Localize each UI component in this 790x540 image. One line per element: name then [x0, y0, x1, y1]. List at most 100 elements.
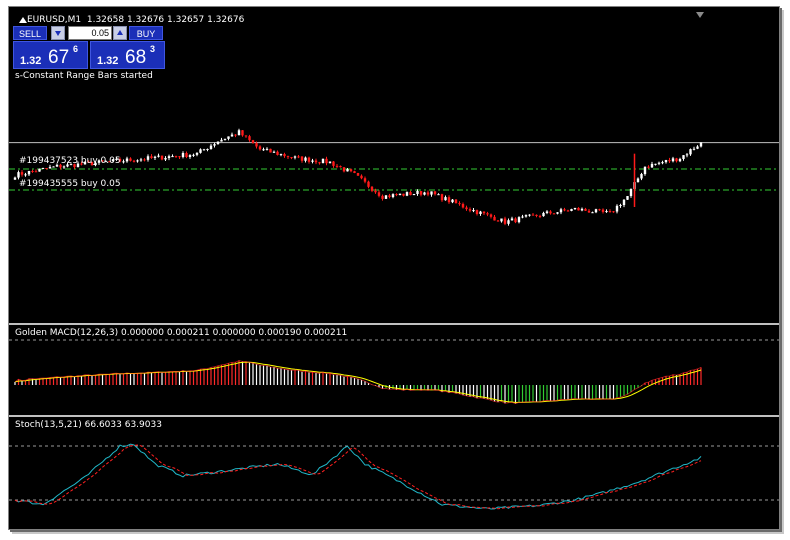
ask-price-box[interactable]: 1.32 68 3	[90, 41, 165, 69]
status-text: s-Constant Range Bars started	[15, 71, 153, 81]
candle-body	[377, 192, 381, 196]
bid-price-pips: 67	[48, 47, 70, 68]
candle-body	[244, 135, 248, 137]
buy-button[interactable]: BUY	[129, 26, 163, 40]
candle-body	[318, 162, 321, 164]
candle-body	[482, 211, 486, 214]
candle-body	[405, 192, 409, 196]
candle-body	[220, 139, 223, 142]
candle-body	[472, 210, 475, 212]
candle-body	[17, 172, 20, 178]
candle-body	[321, 158, 325, 164]
arrow-down-icon	[55, 31, 61, 36]
candle-body	[447, 197, 451, 203]
candle-body	[45, 168, 48, 170]
candle-body	[531, 214, 535, 216]
candle-body	[685, 154, 689, 156]
candle-body	[612, 211, 615, 213]
candle-body	[27, 170, 31, 175]
candle-body	[216, 141, 220, 145]
candle-body	[671, 158, 675, 162]
candle-body	[178, 156, 181, 158]
candle-body	[143, 159, 146, 161]
lot-increase-button[interactable]	[113, 26, 127, 40]
candle-body	[171, 156, 174, 158]
candle-body	[283, 154, 286, 157]
candle-body	[542, 212, 545, 217]
candle-body	[237, 130, 241, 136]
chart-window[interactable]: EURUSD,M1 1.32658 1.32676 1.32657 1.3267…	[8, 6, 780, 530]
candle-body	[195, 152, 199, 155]
candle-body	[346, 169, 349, 172]
order-label-1[interactable]: #199437523 buy 0.05	[19, 156, 121, 167]
candle-body	[342, 167, 346, 172]
candle-body	[454, 199, 458, 204]
ask-price-fraction: 3	[150, 44, 156, 54]
chart-shift-marker-icon[interactable]	[696, 12, 704, 18]
order-label-2[interactable]: #199435555 buy 0.05	[19, 179, 121, 190]
candle-body	[391, 194, 395, 198]
candle-body	[213, 144, 216, 146]
candle-body	[412, 194, 416, 196]
candle-body	[594, 209, 598, 213]
candle-body	[696, 146, 699, 149]
ask-price-prefix: 1.32	[97, 55, 119, 67]
candle-body	[605, 211, 608, 213]
candle-body	[598, 209, 601, 211]
candle-body	[549, 211, 552, 214]
stoch-label: Stoch(13,5,21) 66.6033 63.9033	[15, 420, 162, 430]
candle-body	[458, 203, 461, 205]
candle-body	[563, 209, 566, 211]
candle-body	[664, 160, 668, 163]
lot-size-input[interactable]: 0.05	[68, 26, 112, 40]
candle-body	[475, 210, 479, 214]
candle-body	[258, 146, 262, 150]
candle-body	[608, 211, 612, 213]
candle-body	[668, 160, 671, 162]
candle-body	[388, 195, 391, 198]
candle-body	[234, 134, 237, 136]
bid-price-fraction: 6	[73, 44, 79, 54]
candle-body	[591, 212, 594, 214]
candle-body	[650, 163, 654, 168]
candle-body	[384, 195, 388, 199]
candle-body	[503, 218, 507, 224]
candle-body	[356, 173, 360, 176]
candle-body	[517, 217, 521, 223]
candle-body	[157, 155, 160, 157]
candle-body	[552, 213, 556, 215]
candle-body	[24, 174, 27, 176]
candle-body	[339, 166, 342, 168]
candle-body	[227, 136, 230, 139]
candle-body	[636, 178, 640, 183]
candle-body	[461, 203, 465, 208]
candle-body	[360, 175, 363, 179]
candle-body	[38, 168, 41, 172]
candle-body	[209, 145, 213, 149]
candle-body	[370, 186, 374, 191]
candle-body	[699, 142, 703, 147]
candle-body	[174, 156, 178, 158]
sell-button[interactable]: SELL	[13, 26, 47, 40]
candle-body	[31, 170, 34, 172]
stochastic-pane[interactable]	[9, 417, 779, 529]
symbol-arrow-icon	[19, 17, 27, 23]
candle-body	[269, 148, 272, 153]
candle-body	[325, 158, 328, 164]
lot-decrease-button[interactable]	[51, 26, 65, 40]
bid-price-box[interactable]: 1.32 67 6	[13, 41, 88, 69]
candle-body	[48, 166, 52, 169]
candle-body	[500, 218, 503, 222]
candle-body	[601, 209, 605, 212]
candle-body	[188, 155, 192, 158]
candle-body	[230, 134, 234, 137]
stoch-signal-line	[14, 444, 702, 510]
candle-body	[199, 149, 202, 153]
candle-body	[577, 207, 580, 211]
candle-body	[437, 194, 440, 196]
candle-body	[125, 158, 129, 162]
candle-body	[514, 218, 517, 223]
candle-body	[223, 138, 227, 140]
candle-body	[153, 156, 157, 158]
candle-body	[262, 149, 265, 151]
